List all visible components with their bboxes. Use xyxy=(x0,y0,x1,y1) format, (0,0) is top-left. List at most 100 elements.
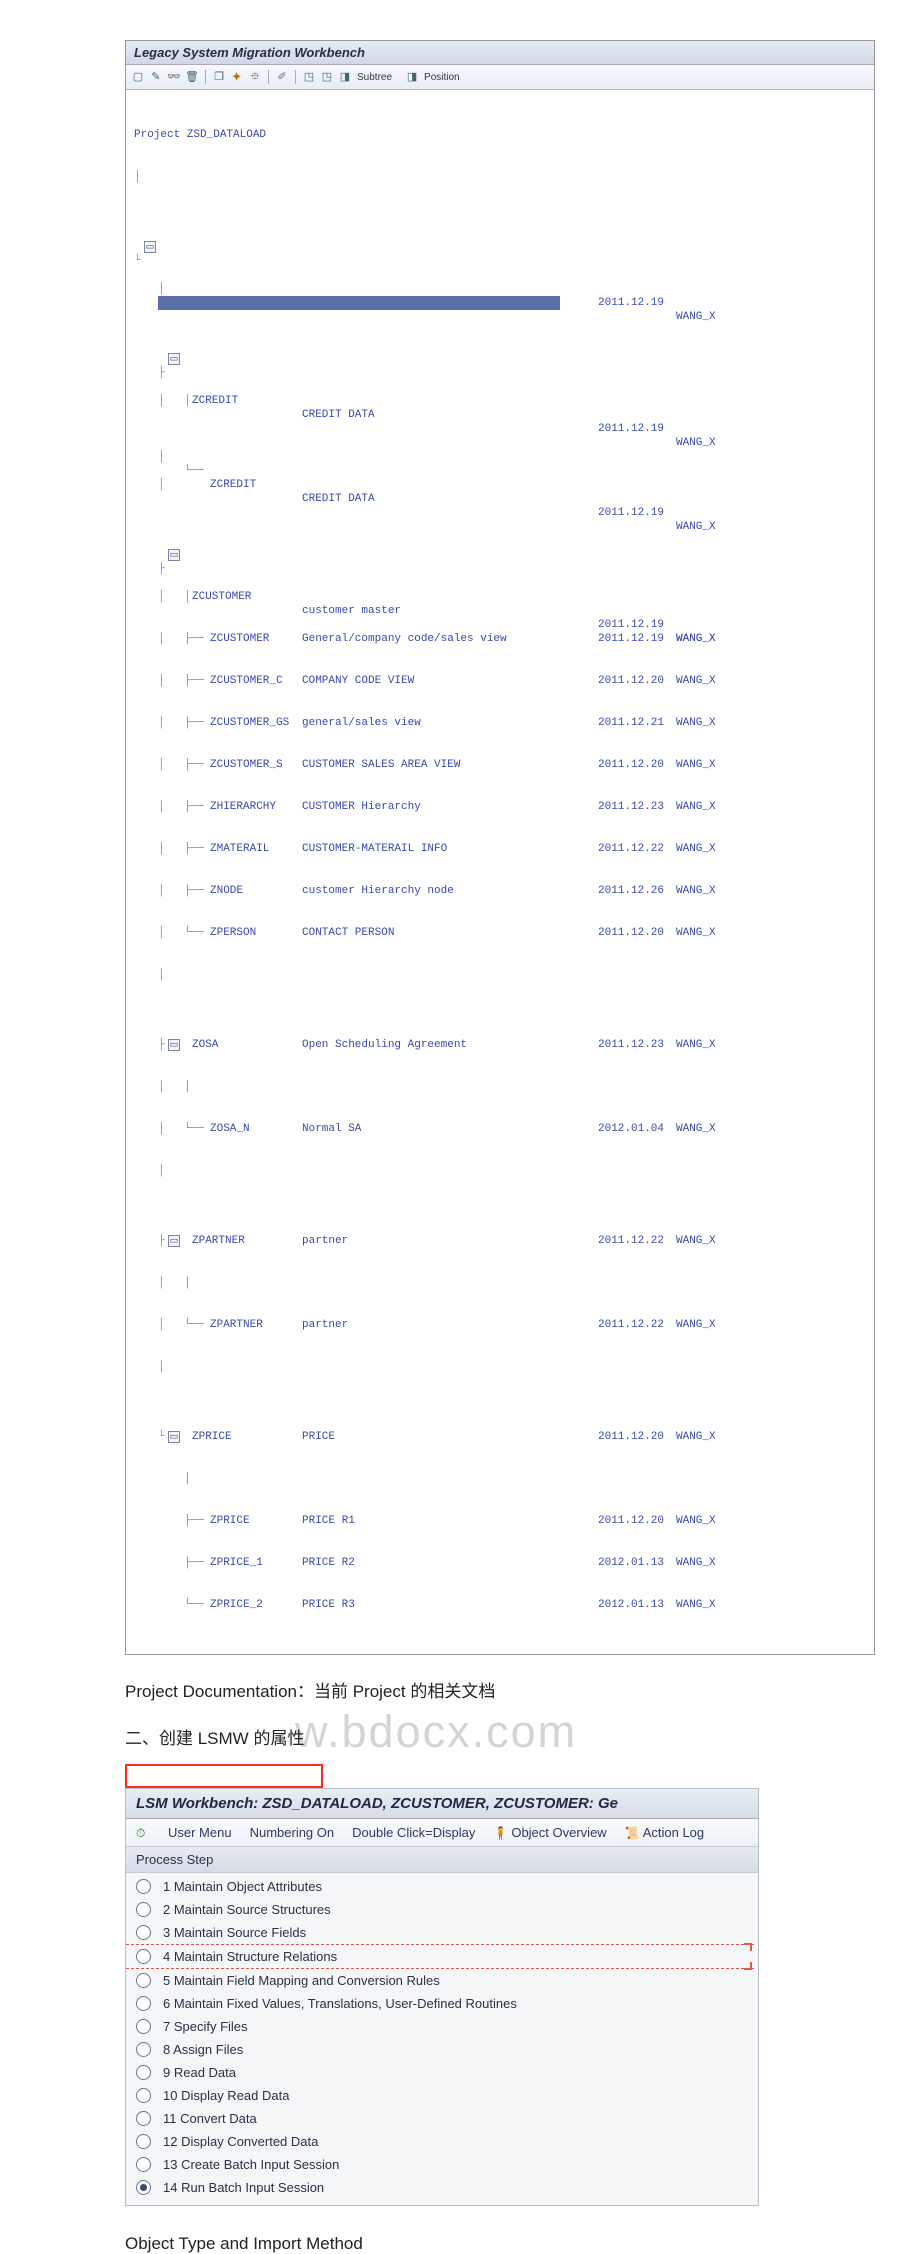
collapse-icon[interactable]: ▭ xyxy=(144,241,156,253)
process-step-row[interactable]: 5 Maintain Field Mapping and Conversion … xyxy=(126,1969,758,1992)
process-step-row[interactable]: 14 Run Batch Input Session xyxy=(126,2176,758,2199)
process-step-row[interactable]: 12 Display Converted Data xyxy=(126,2130,758,2153)
subtree-icon[interactable]: ◨ xyxy=(337,69,353,85)
tree-node-desc: customer master xyxy=(302,604,401,618)
log-icon: 📜 xyxy=(625,1826,639,1840)
tree-node-name[interactable]: ZCUSTOMER_C xyxy=(210,674,283,688)
step-radio[interactable] xyxy=(136,1949,151,1964)
action-log-button[interactable]: 📜Action Log xyxy=(625,1825,704,1840)
separator xyxy=(205,70,206,84)
process-step-row[interactable]: 10 Display Read Data xyxy=(126,2084,758,2107)
new-icon[interactable]: ▢ xyxy=(130,69,146,85)
numbering-button[interactable]: Numbering On xyxy=(250,1825,335,1840)
tree-node-name[interactable]: ZNODE xyxy=(210,884,243,898)
expand-icon[interactable]: ⯌ xyxy=(229,69,245,85)
collapse-icon[interactable]: ▭ xyxy=(168,1431,180,1443)
tree-node-name[interactable]: ZOSA_N xyxy=(210,1122,250,1136)
project-tree: Project ZSD_DATALOAD │ └ ▭ ZSD_DATALOAD … xyxy=(126,90,874,1654)
tree-node-name: ZSD_DATALOAD xyxy=(162,310,241,324)
tree-node-desc: SD MODULE DATA LOAD xyxy=(278,324,403,338)
process-step-row[interactable]: 9 Read Data xyxy=(126,2061,758,2084)
tree-node-name[interactable]: ZOSA xyxy=(192,1038,218,1052)
tree-node-name[interactable]: ZPRICE xyxy=(210,1514,250,1528)
step-radio[interactable] xyxy=(136,2134,151,2149)
project-label: Project ZSD_DATALOAD xyxy=(134,128,266,142)
process-step-row[interactable]: 6 Maintain Fixed Values, Translations, U… xyxy=(126,1992,758,2015)
double-click-button[interactable]: Double Click=Display xyxy=(352,1825,475,1840)
separator xyxy=(268,70,269,84)
process-step-row[interactable]: 3 Maintain Source Fields xyxy=(126,1921,758,1944)
collapse-icon[interactable]: ▭ xyxy=(168,353,180,365)
lsmw-overview-window: Legacy System Migration Workbench ▢ ✎ 👓 … xyxy=(125,40,875,1655)
step-radio[interactable] xyxy=(136,2088,151,2103)
edit-icon[interactable]: ✐ xyxy=(274,69,290,85)
tree-node-name[interactable]: ZPARTNER xyxy=(192,1234,245,1248)
step-radio[interactable] xyxy=(136,2042,151,2057)
step-label: 8 Assign Files xyxy=(163,2042,243,2057)
node2-icon[interactable]: ◳ xyxy=(319,69,335,85)
trash-icon[interactable]: 🗑 xyxy=(184,69,200,85)
step-radio[interactable] xyxy=(136,1902,151,1917)
tree-node-date: 2011.12.19 xyxy=(598,506,664,520)
tree-node-desc: General/company code/sales view xyxy=(302,632,507,646)
position-icon[interactable]: ◨ xyxy=(404,69,420,85)
subtree-label[interactable]: Subtree xyxy=(357,72,392,83)
tree-node-project[interactable]: ZSD_DATALOAD SD MODULE DATA LOAD xyxy=(158,296,560,310)
step-radio[interactable] xyxy=(136,1996,151,2011)
toolbar: ⏱ User Menu Numbering On Double Click=Di… xyxy=(126,1819,758,1847)
annotation-box xyxy=(125,1764,323,1788)
step-radio[interactable] xyxy=(136,2157,151,2172)
tree-node-desc: CREDIT DATA xyxy=(302,492,375,506)
node-icon[interactable]: ◳ xyxy=(301,69,317,85)
step-label: 6 Maintain Fixed Values, Translations, U… xyxy=(163,1996,517,2011)
collapse-icon[interactable]: ▭ xyxy=(168,1039,180,1051)
step-radio[interactable] xyxy=(136,2111,151,2126)
process-step-row[interactable]: 2 Maintain Source Structures xyxy=(126,1898,758,1921)
process-step-row[interactable]: 4 Maintain Structure Relations xyxy=(126,1944,754,1969)
process-step-row[interactable]: 11 Convert Data xyxy=(126,2107,758,2130)
tree-node-name[interactable]: ZPRICE_2 xyxy=(210,1598,263,1612)
step-label: 9 Read Data xyxy=(163,2065,236,2080)
window-title: LSM Workbench: ZSD_DATALOAD, ZCUSTOMER, … xyxy=(126,1789,758,1819)
step-radio[interactable] xyxy=(136,1973,151,1988)
process-step-row[interactable]: 13 Create Batch Input Session xyxy=(126,2153,758,2176)
glasses-icon[interactable]: 👓 xyxy=(166,69,182,85)
tree-node-name[interactable]: ZPARTNER xyxy=(210,1318,263,1332)
tree-node-name[interactable]: ZHIERARCHY xyxy=(210,800,276,814)
tree-node-name[interactable]: ZCUSTOMER_S xyxy=(210,758,283,772)
tree-node-name[interactable]: ZPERSON xyxy=(210,926,256,940)
process-step-row[interactable]: 8 Assign Files xyxy=(126,2038,758,2061)
tree-node-date: 2011.12.19 xyxy=(598,618,664,632)
step-radio[interactable] xyxy=(136,2180,151,2195)
step-radio[interactable] xyxy=(136,2019,151,2034)
process-step-row[interactable]: 7 Specify Files xyxy=(126,2015,758,2038)
step-label: 2 Maintain Source Structures xyxy=(163,1902,331,1917)
person-icon: 🧍 xyxy=(493,1826,507,1840)
watermark: w.bdocx.com xyxy=(295,1712,577,1758)
tree-node-name[interactable]: ZCUSTOMER xyxy=(210,632,269,646)
execute-button[interactable]: ⏱ xyxy=(136,1826,150,1840)
collapse-icon[interactable]: ⯐ xyxy=(247,69,263,85)
tree-node-name[interactable]: ZPRICE xyxy=(192,1430,232,1444)
process-step-row[interactable]: 1 Maintain Object Attributes xyxy=(126,1875,758,1898)
step-radio[interactable] xyxy=(136,2065,151,2080)
step-radio[interactable] xyxy=(136,1879,151,1894)
execute-icon: ⏱ xyxy=(136,1826,150,1840)
collapse-icon[interactable]: ▭ xyxy=(168,549,180,561)
window-title: Legacy System Migration Workbench xyxy=(126,41,874,65)
copy-icon[interactable]: ❐ xyxy=(211,69,227,85)
collapse-icon[interactable]: ▭ xyxy=(168,1235,180,1247)
user-menu-button[interactable]: User Menu xyxy=(168,1825,232,1840)
step-label: 11 Convert Data xyxy=(163,2111,257,2126)
tree-node-name[interactable]: ZMATERAIL xyxy=(210,842,269,856)
tree-node-name[interactable]: ZPRICE_1 xyxy=(210,1556,263,1570)
tree-node-name[interactable]: ZCUSTOMER_GS xyxy=(210,716,289,730)
doc-line-2: 二、创建 LSMW 的属性 xyxy=(125,1724,304,1749)
doc-line-1: Project Documentation：当前 Project 的相关文档 xyxy=(125,1677,920,1702)
pencil-icon[interactable]: ✎ xyxy=(148,69,164,85)
step-radio[interactable] xyxy=(136,1925,151,1940)
position-label[interactable]: Position xyxy=(424,72,460,83)
step-label: 7 Specify Files xyxy=(163,2019,248,2034)
object-overview-button[interactable]: 🧍Object Overview xyxy=(493,1825,606,1840)
tree-node-date: 2011.12.19 xyxy=(598,422,664,436)
